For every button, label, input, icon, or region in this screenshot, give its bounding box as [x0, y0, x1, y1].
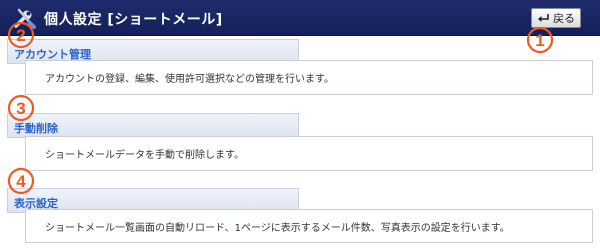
section-description-manual-delete: ショートメールデータを手動で削除します。 [25, 136, 593, 171]
section-description-account-management: アカウントの登録、編集、使用許可選択などの管理を行います。 [25, 60, 593, 95]
tools-icon [14, 8, 36, 29]
section-description-display-settings: ショートメール一覧画面の自動リロード、1ページに表示するメール件数、写真表示の設… [25, 209, 593, 243]
page-title: 個人設定 [ショートメール] [44, 12, 223, 28]
return-arrow-icon [538, 14, 549, 22]
page-header: 個人設定 [ショートメール] 戻る [0, 0, 600, 36]
back-button-label: 戻る [553, 12, 575, 25]
section-title-manual-delete[interactable]: 手動削除 [7, 113, 299, 138]
back-button[interactable]: 戻る [531, 8, 581, 28]
